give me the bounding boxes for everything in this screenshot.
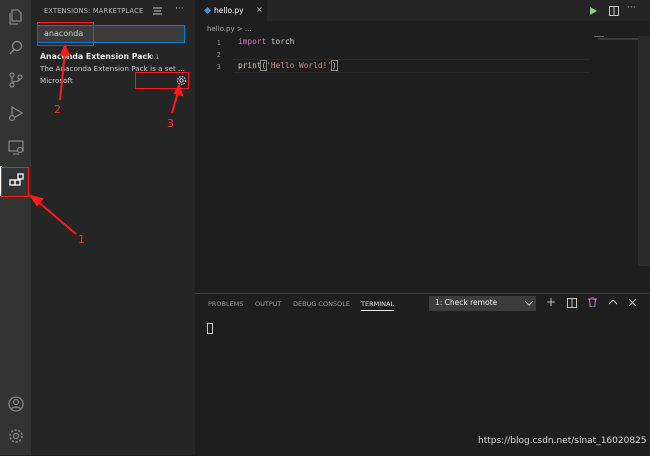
annotation-number-2: 2 bbox=[54, 103, 61, 116]
annotation-arrows bbox=[28, 43, 184, 235]
watermark-url: https://blog.csdn.net/sinat_16020825 bbox=[478, 436, 647, 446]
annotation-number-1: 1 bbox=[78, 233, 85, 246]
annotation-number-3: 3 bbox=[167, 117, 174, 130]
